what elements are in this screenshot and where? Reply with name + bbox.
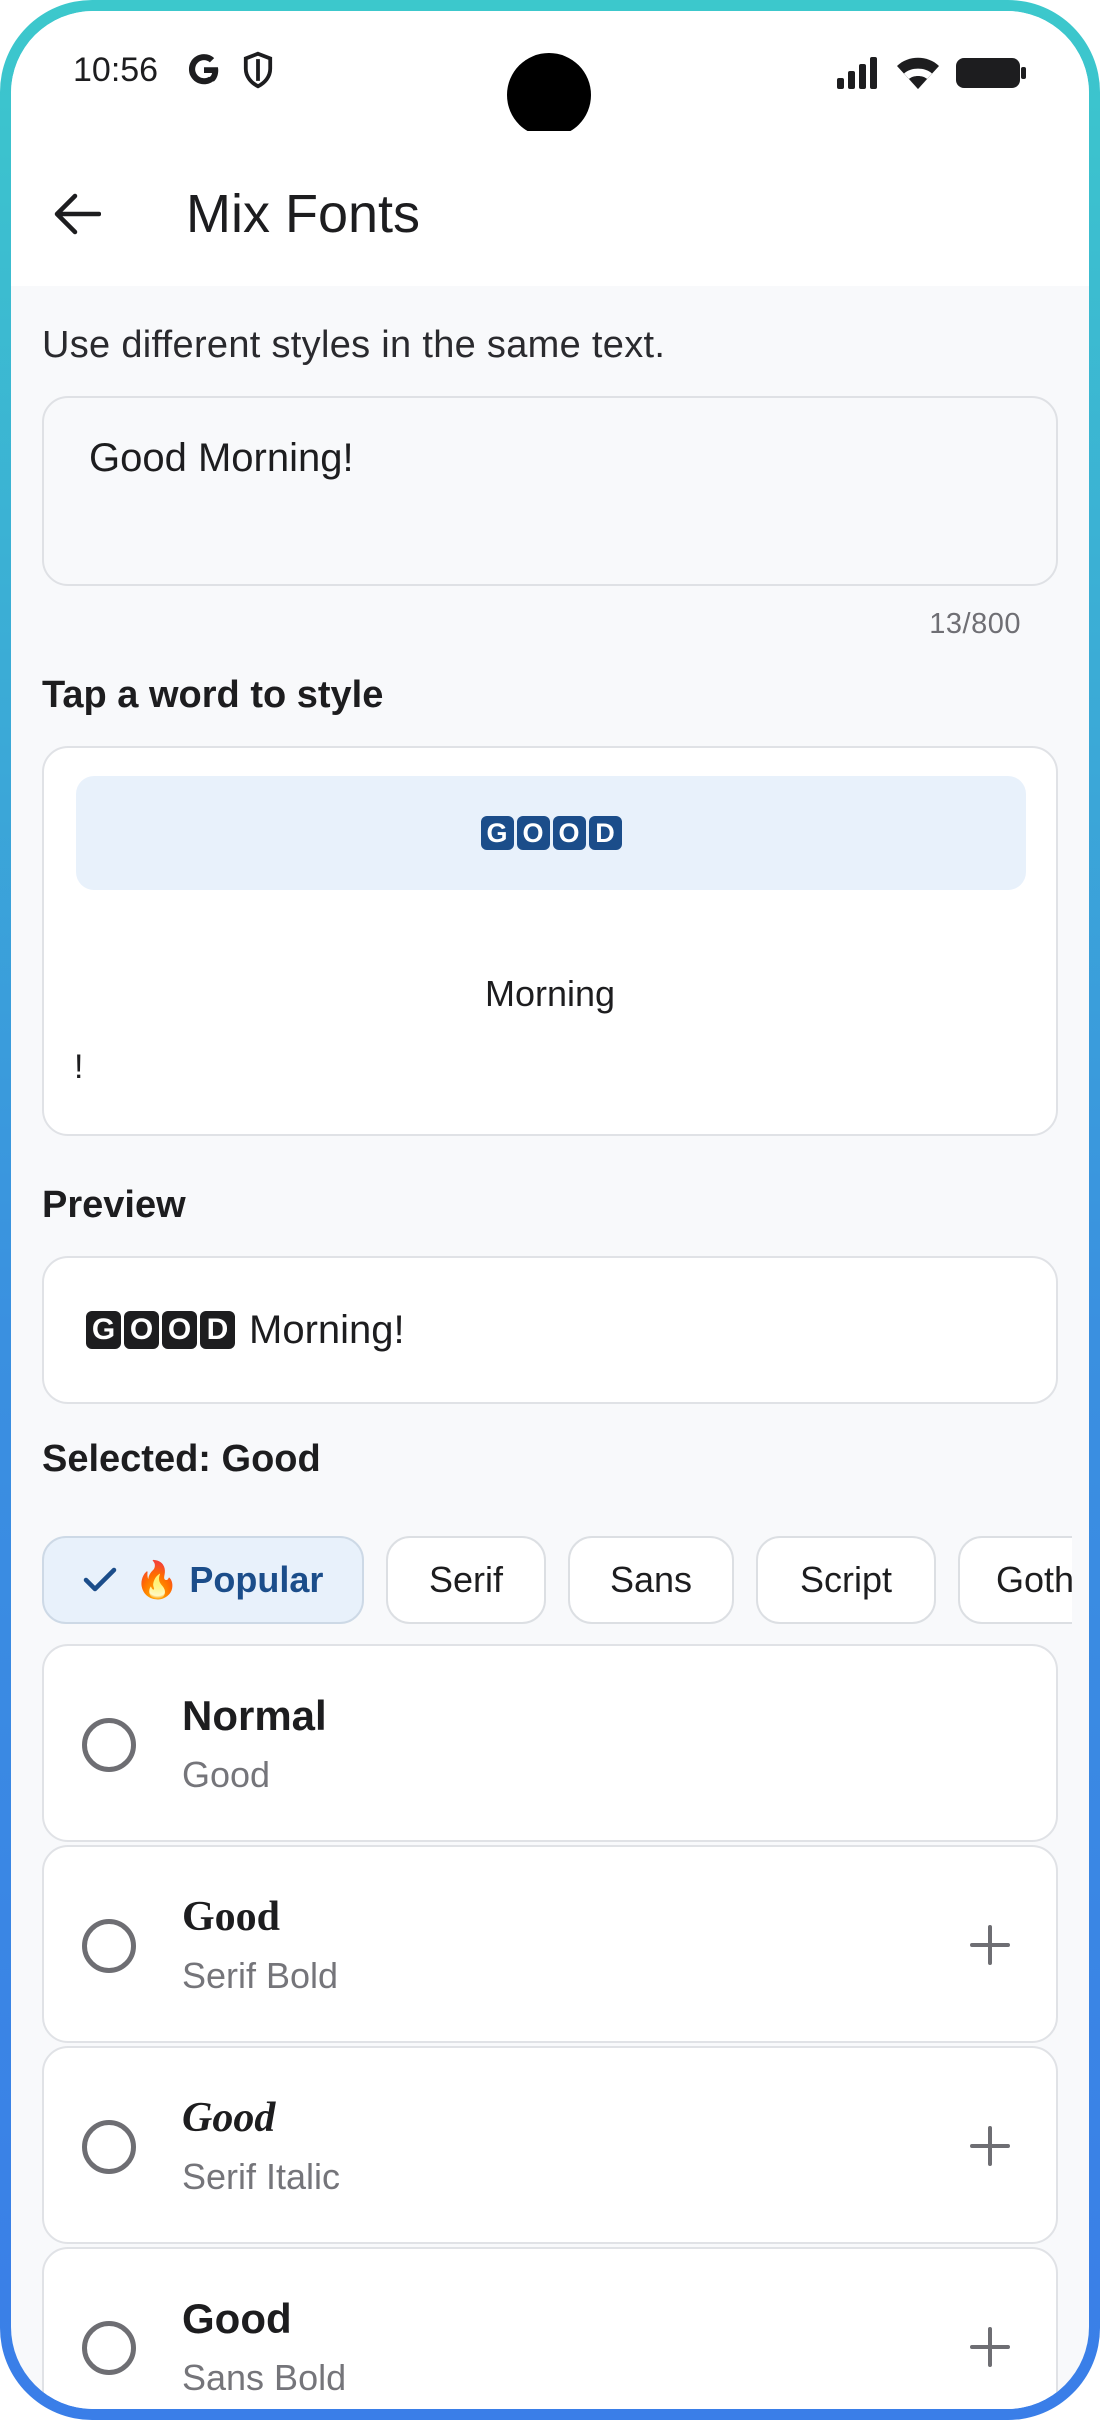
word-chip-punctuation[interactable]: ! bbox=[74, 1048, 83, 1087]
chip-label: Gothic bbox=[995, 1559, 1072, 1600]
chip-label: Script bbox=[799, 1559, 893, 1600]
back-button[interactable] bbox=[47, 184, 107, 244]
word-chip-morning[interactable]: Morning bbox=[44, 973, 1056, 1015]
styled-letter: O bbox=[516, 816, 550, 850]
wifi-icon bbox=[897, 57, 939, 89]
radio-button[interactable] bbox=[82, 1718, 136, 1772]
signal-icon bbox=[837, 57, 877, 89]
plus-icon bbox=[970, 1925, 1010, 1965]
word-chip-selected[interactable]: G O O D bbox=[76, 776, 1026, 890]
style-option-serif-bold[interactable]: Good Serif Bold bbox=[42, 1845, 1058, 2043]
styled-letter: D bbox=[588, 816, 622, 850]
plus-icon bbox=[970, 2327, 1010, 2367]
shield-icon bbox=[243, 51, 273, 89]
preview-letter: O bbox=[162, 1311, 197, 1349]
text-input-value: Good Morning! bbox=[89, 436, 354, 480]
word-section-label: Tap a word to style bbox=[42, 674, 384, 716]
status-time: 10:56 bbox=[73, 51, 159, 89]
battery-icon bbox=[956, 58, 1026, 88]
status-icons bbox=[835, 55, 1027, 91]
chip-label: Sans bbox=[609, 1559, 693, 1600]
google-icon bbox=[188, 54, 219, 85]
chip-script[interactable]: Script bbox=[756, 1536, 936, 1624]
chip-serif[interactable]: Serif bbox=[386, 1536, 546, 1624]
status-bar: 10:56 bbox=[11, 11, 1089, 137]
radio-button[interactable] bbox=[82, 2321, 136, 2375]
camera-cutout bbox=[507, 53, 591, 137]
styled-letter: O bbox=[552, 816, 586, 850]
chip-gothic[interactable]: Gothic bbox=[958, 1536, 1072, 1624]
page-title: Mix Fonts bbox=[186, 184, 421, 244]
app-bar: Mix Fonts bbox=[11, 131, 1089, 286]
text-input-field[interactable]: Good Morning! bbox=[42, 396, 1058, 586]
add-style-button[interactable] bbox=[962, 1917, 1018, 1973]
preview-card: G O O D Morning! bbox=[42, 1256, 1058, 1404]
style-sample: Good bbox=[182, 1754, 271, 1795]
plus-icon bbox=[970, 2126, 1010, 2166]
chip-label: Serif bbox=[428, 1559, 504, 1600]
preview-letter: G bbox=[86, 1311, 121, 1349]
subtitle: Use different styles in the same text. bbox=[42, 324, 666, 366]
word-picker-card: G O O D Morning ! bbox=[42, 746, 1058, 1136]
preview-letter: O bbox=[124, 1311, 159, 1349]
styled-word: G O O D bbox=[480, 816, 622, 850]
radio-button[interactable] bbox=[82, 1919, 136, 1973]
check-icon bbox=[83, 1567, 116, 1592]
radio-button[interactable] bbox=[82, 2120, 136, 2174]
style-sample-text: Good bbox=[182, 2095, 276, 2141]
style-name: Serif Bold bbox=[182, 1955, 339, 1996]
style-option-sans-bold[interactable]: Good Sans Bold bbox=[42, 2247, 1058, 2409]
char-counter: 13/800 bbox=[929, 608, 1021, 640]
style-option-normal[interactable]: Normal Good bbox=[42, 1644, 1058, 1842]
chip-label: 🔥 Popular bbox=[134, 1559, 324, 1600]
style-name: Sans Bold bbox=[182, 2357, 347, 2398]
style-sample-text: Good bbox=[182, 2295, 292, 2342]
style-name: Normal bbox=[182, 1692, 327, 1739]
add-style-button[interactable] bbox=[962, 2319, 1018, 2375]
styled-letter: G bbox=[480, 816, 514, 850]
arrow-left-icon bbox=[54, 193, 101, 235]
selected-word-label: Selected: Good bbox=[42, 1438, 321, 1480]
preview-label: Preview bbox=[42, 1184, 186, 1226]
style-option-serif-italic[interactable]: Good Serif Italic bbox=[42, 2046, 1058, 2244]
style-name: Serif Italic bbox=[182, 2156, 341, 2197]
preview-rest-text: Morning! bbox=[249, 1307, 405, 1352]
add-style-button[interactable] bbox=[962, 2118, 1018, 2174]
preview-letter: D bbox=[200, 1311, 235, 1349]
chip-sans[interactable]: Sans bbox=[568, 1536, 734, 1624]
screen: 10:56 Mix Fonts Use different styles in … bbox=[11, 11, 1089, 2409]
category-chips: 🔥 Popular Serif Sans Script Gothic bbox=[42, 1536, 1072, 1626]
style-sample-text: Good bbox=[182, 1894, 281, 1940]
preview-styled-word: G O O D bbox=[86, 1311, 235, 1349]
device-frame: 10:56 Mix Fonts Use different styles in … bbox=[0, 0, 1100, 2420]
chip-popular[interactable]: 🔥 Popular bbox=[42, 1536, 364, 1624]
